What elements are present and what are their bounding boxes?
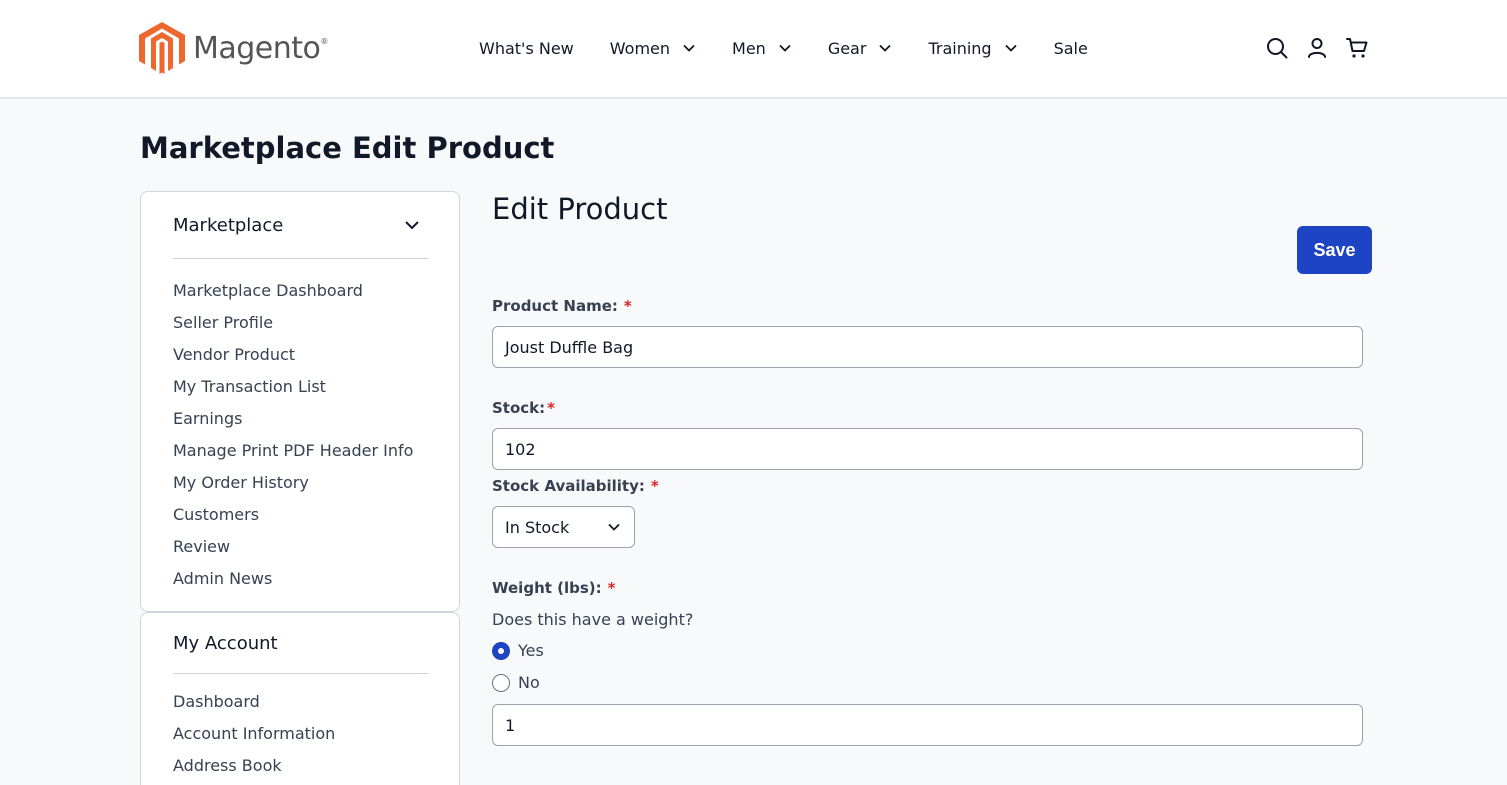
sidebar-item-transaction-list[interactable]: My Transaction List — [173, 377, 413, 409]
nav-sale[interactable]: Sale — [1054, 36, 1088, 60]
magento-logo-icon — [139, 22, 185, 74]
nav-label: Gear — [827, 38, 867, 58]
sidebar-item-customers[interactable]: Customers — [173, 505, 413, 537]
chevron-down-icon — [1004, 44, 1017, 52]
nav-whats-new[interactable]: What's New — [479, 36, 574, 60]
product-name-input[interactable]: Joust Duffle Bag — [492, 326, 1363, 368]
main-nav: What's New Women Men Gear Training Sale — [479, 36, 1088, 60]
weight-yes-option[interactable]: Yes — [492, 641, 544, 660]
nav-men[interactable]: Men — [732, 36, 792, 60]
stock-availability-label: Stock Availability: * — [492, 477, 659, 495]
product-name-label: Product Name: * — [492, 297, 632, 315]
input-value: Joust Duffle Bag — [505, 337, 634, 357]
page-title: Marketplace Edit Product — [140, 131, 555, 165]
sidebar-item-account-information[interactable]: Account Information — [173, 724, 335, 756]
sidebar-title: Marketplace — [173, 215, 284, 236]
weight-no-option[interactable]: No — [492, 673, 540, 692]
sidebar-menu: Dashboard Account Information Address Bo… — [173, 692, 335, 785]
sidebar-item-review[interactable]: Review — [173, 537, 413, 569]
sidebar-item-address-book[interactable]: Address Book — [173, 756, 335, 785]
sidebar-item-marketplace-dashboard[interactable]: Marketplace Dashboard — [173, 281, 413, 313]
required-marker: * — [623, 297, 632, 315]
account-icon[interactable] — [1306, 37, 1328, 59]
sidebar-menu: Marketplace Dashboard Seller Profile Ven… — [173, 281, 413, 601]
chevron-down-icon — [608, 523, 620, 531]
radio-no[interactable] — [492, 673, 510, 692]
input-value: 102 — [505, 439, 536, 459]
brand-name: Magento® — [193, 30, 328, 66]
nav-label: Women — [609, 38, 671, 58]
nav-label: What's New — [479, 38, 574, 58]
stock-availability-select[interactable]: In Stock — [492, 506, 635, 548]
weight-question: Does this have a weight? — [492, 610, 694, 629]
form-title: Edit Product — [492, 192, 668, 226]
sidebar-item-order-history[interactable]: My Order History — [173, 473, 413, 505]
sidebar-title: My Account — [173, 633, 278, 654]
save-button[interactable]: Save — [1297, 226, 1372, 274]
sidebar-item-dashboard[interactable]: Dashboard — [173, 692, 335, 724]
nav-label: Men — [732, 38, 766, 58]
nav-label: Training — [928, 38, 992, 58]
radio-label: No — [518, 673, 540, 692]
divider — [173, 673, 429, 674]
nav-women[interactable]: Women — [610, 36, 696, 60]
radio-label: Yes — [518, 641, 544, 660]
nav-training[interactable]: Training — [928, 36, 1017, 60]
weight-input[interactable]: 1 — [492, 704, 1363, 746]
sidebar-item-vendor-product[interactable]: Vendor Product — [173, 345, 413, 377]
header-actions — [1266, 37, 1368, 59]
stock-input[interactable]: 102 — [492, 428, 1363, 470]
search-icon[interactable] — [1266, 37, 1288, 59]
sidebar-item-admin-news[interactable]: Admin News — [173, 569, 413, 601]
required-marker: * — [547, 399, 556, 417]
required-marker: * — [650, 477, 659, 495]
chevron-down-icon — [683, 44, 695, 52]
sidebar-item-seller-profile[interactable]: Seller Profile — [173, 313, 413, 345]
chevron-down-icon — [879, 44, 892, 52]
cart-icon[interactable] — [1346, 37, 1368, 59]
site-header: Magento® What's New Women Men Gear Train… — [0, 0, 1507, 99]
nav-label: Sale — [1053, 38, 1088, 58]
divider — [173, 258, 429, 259]
radio-yes[interactable] — [492, 641, 510, 660]
sidebar-item-earnings[interactable]: Earnings — [173, 409, 413, 441]
chevron-down-icon — [779, 44, 791, 52]
weight-label: Weight (lbs): * — [492, 579, 616, 597]
input-value: 1 — [505, 715, 516, 735]
chevron-down-icon — [405, 221, 419, 230]
sidebar-marketplace: Marketplace Marketplace Dashboard Seller… — [140, 191, 460, 612]
required-marker: * — [607, 579, 616, 597]
sidebar-my-account: My Account Dashboard Account Information… — [140, 612, 460, 785]
sidebar-toggle[interactable] — [395, 208, 429, 242]
magento-logo[interactable]: Magento® — [139, 22, 328, 74]
sidebar-item-pdf-header-info[interactable]: Manage Print PDF Header Info — [173, 441, 413, 473]
select-value: In Stock — [505, 517, 570, 537]
nav-gear[interactable]: Gear — [828, 36, 893, 60]
stock-label: Stock: * — [492, 399, 556, 417]
